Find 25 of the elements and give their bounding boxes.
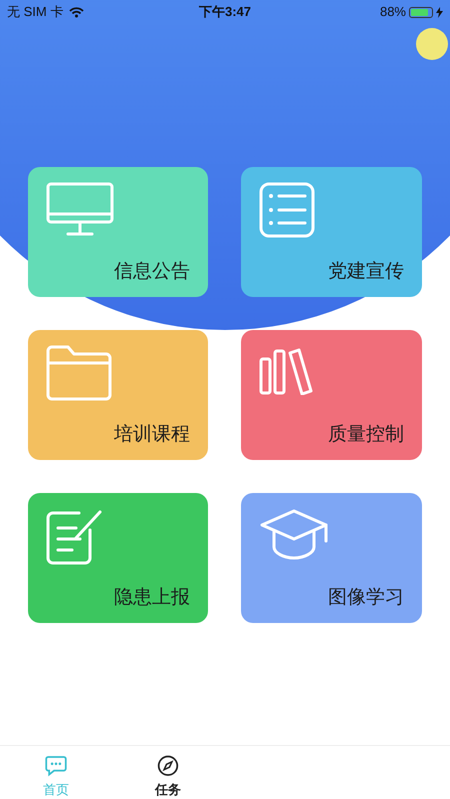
- compass-icon: [157, 755, 179, 776]
- menu-card[interactable]: 质量控制: [241, 330, 422, 460]
- monitor-icon: [46, 182, 114, 238]
- card-label: 图像学习: [328, 588, 404, 607]
- chat-icon: [45, 755, 67, 776]
- time-text: 下午3:47: [198, 3, 252, 22]
- tab-bar-item[interactable]: 任务: [112, 746, 224, 799]
- card-label: 质量控制: [328, 425, 404, 444]
- menu-card[interactable]: 信息公告: [28, 167, 208, 297]
- card-label: 隐患上报: [114, 588, 190, 607]
- menu-card[interactable]: 隐患上报: [28, 493, 208, 623]
- list-icon: [259, 182, 315, 238]
- graduation-cap-icon: [259, 508, 329, 562]
- card-label: 党建宣传: [328, 262, 404, 281]
- menu-card[interactable]: 图像学习: [241, 493, 422, 623]
- carrier-text: 无 SIM 卡: [7, 3, 64, 22]
- wifi-icon: [69, 6, 84, 18]
- battery-icon: [409, 6, 433, 18]
- charging-icon: [436, 6, 443, 18]
- card-label: 培训课程: [114, 425, 190, 444]
- battery-text: 88%: [380, 3, 406, 22]
- menu-card[interactable]: 培训课程: [28, 330, 208, 460]
- folder-icon: [46, 345, 112, 401]
- card-label: 信息公告: [114, 262, 190, 281]
- menu-card[interactable]: 党建宣传: [241, 167, 422, 297]
